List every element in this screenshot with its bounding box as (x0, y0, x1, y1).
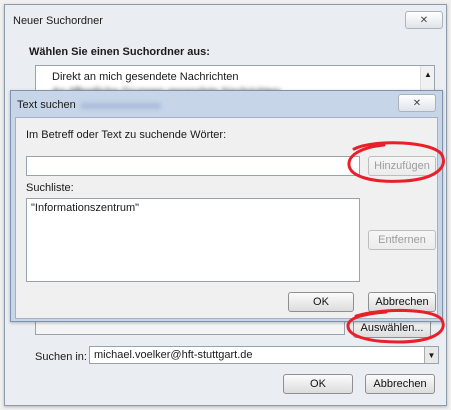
search-list[interactable]: "Informationszentrum" (26, 198, 360, 282)
words-input[interactable] (26, 156, 360, 176)
search-list-label: Suchliste: (26, 182, 74, 194)
search-in-select[interactable]: michael.voelker@hft-stuttgart.de ▼ (89, 346, 439, 364)
outer-cancel-button[interactable]: Abbrechen (365, 374, 435, 394)
scroll-up-arrow-icon[interactable]: ▲ (424, 70, 432, 79)
new-search-folder-title: Neuer Suchordner (13, 15, 103, 27)
search-list-item[interactable]: "Informationszentrum" (31, 202, 139, 214)
close-icon: ✕ (412, 97, 422, 109)
close-icon: ✕ (419, 14, 429, 26)
add-button[interactable]: Hinzufügen (368, 156, 436, 176)
chevron-down-icon[interactable]: ▼ (424, 347, 438, 363)
close-inner-button[interactable]: ✕ (398, 94, 436, 112)
text-search-dialog: Text suchen ✕ Im Betreff oder Text zu su… (10, 90, 443, 322)
inner-ok-button[interactable]: OK (288, 292, 354, 312)
text-search-title: Text suchen (17, 99, 76, 111)
inner-content: Im Betreff oder Text zu suchende Wörter:… (15, 117, 438, 319)
close-outer-button[interactable]: ✕ (405, 11, 443, 29)
outer-ok-button[interactable]: OK (283, 374, 353, 394)
search-in-value: michael.voelker@hft-stuttgart.de (94, 349, 253, 361)
search-in-label: Suchen in: (35, 351, 87, 363)
inner-cancel-button[interactable]: Abbrechen (368, 292, 436, 312)
words-label: Im Betreff oder Text zu suchende Wörter: (26, 129, 227, 141)
list-item[interactable]: Direkt an mich gesendete Nachrichten (52, 71, 238, 83)
title-blurred-part (81, 103, 161, 109)
choose-folder-heading: Wählen Sie einen Suchordner aus: (29, 46, 210, 58)
remove-button[interactable]: Entfernen (368, 230, 436, 250)
